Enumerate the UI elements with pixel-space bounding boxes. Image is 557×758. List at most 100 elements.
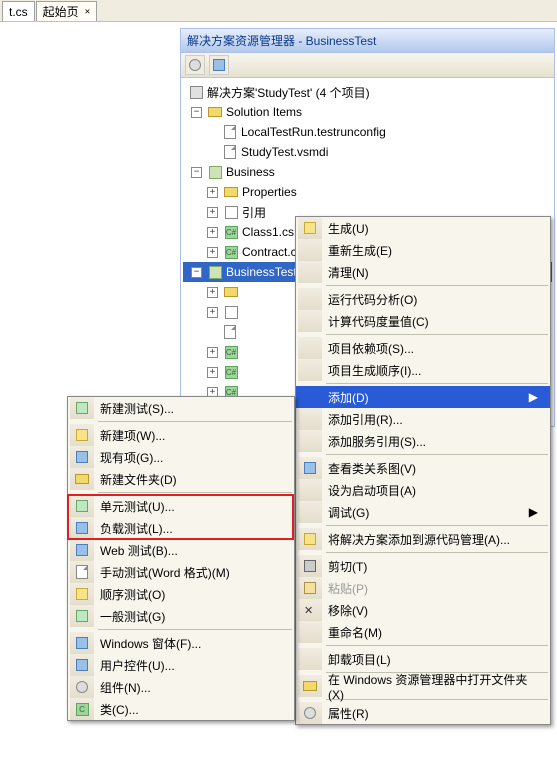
expand-icon[interactable]: + — [207, 247, 218, 258]
menu-calc-metrics[interactable]: 计算代码度量值(C) — [296, 310, 550, 332]
menu-label: 一般测试(G) — [100, 608, 165, 625]
menu-add-reference[interactable]: 添加引用(R)... — [296, 408, 550, 430]
editor-tabs: t.cs 起始页✕ — [0, 0, 557, 22]
menu-remove[interactable]: ✕移除(V) — [296, 599, 550, 621]
menu-add[interactable]: 添加(D)▶ — [296, 386, 550, 408]
submenu-load-test[interactable]: 负载测试(L)... — [68, 517, 294, 539]
menu-label: 组件(N)... — [100, 679, 151, 696]
expand-icon[interactable]: + — [207, 187, 218, 198]
references-icon — [223, 204, 239, 220]
submenu-manual-test[interactable]: 手动测试(Word 格式)(M) — [68, 561, 294, 583]
class-icon: C — [70, 698, 94, 720]
solution-icon — [188, 84, 204, 100]
menu-label: 设为启动项目(A) — [328, 482, 416, 499]
expand-icon[interactable]: + — [207, 367, 218, 378]
cs-file-icon: C# — [223, 344, 239, 360]
tree-solution-root[interactable]: 解决方案'StudyTest' (4 个项目) — [183, 82, 552, 102]
submenu-windows-form[interactable]: Windows 窗体(F)... — [68, 632, 294, 654]
collapse-icon[interactable]: − — [191, 267, 202, 278]
expand-icon[interactable]: + — [207, 287, 218, 298]
collapse-icon[interactable]: − — [191, 167, 202, 178]
menu-add-service-ref[interactable]: 添加服务引用(S)... — [296, 430, 550, 452]
menu-separator — [98, 492, 292, 493]
tree-label: 解决方案'StudyTest' (4 个项目) — [207, 84, 370, 101]
menu-open-explorer[interactable]: 在 Windows 资源管理器中打开文件夹(X) — [296, 675, 550, 697]
panel-toolbar — [181, 53, 554, 78]
diagram-icon — [298, 457, 322, 479]
menu-separator — [98, 421, 292, 422]
submenu-class[interactable]: C 类(C)... — [68, 698, 294, 720]
existing-item-icon — [70, 446, 94, 468]
submenu-component[interactable]: 组件(N)... — [68, 676, 294, 698]
tree-label: BusinessTest — [226, 265, 297, 279]
menu-unload[interactable]: 卸载项目(L) — [296, 648, 550, 670]
menu-label: 计算代码度量值(C) — [328, 313, 429, 330]
clipboard-icon — [298, 577, 322, 599]
tree-properties[interactable]: +Properties — [183, 182, 552, 202]
toolbar-properties-button[interactable] — [185, 55, 205, 75]
expand-icon[interactable]: + — [207, 347, 218, 358]
submenu-generic-test[interactable]: 一般测试(G) — [68, 605, 294, 627]
file-icon — [222, 144, 238, 160]
submenu-arrow-icon: ▶ — [529, 505, 538, 519]
tab-start-page[interactable]: 起始页✕ — [36, 1, 97, 21]
menu-separator — [326, 525, 548, 526]
tree-localtest[interactable]: LocalTestRun.testrunconfig — [183, 122, 552, 142]
menu-debug[interactable]: 调试(G) ▶ — [296, 501, 550, 523]
menu-build-order[interactable]: 项目生成顺序(I)... — [296, 359, 550, 381]
menu-build[interactable]: 生成(U) — [296, 217, 550, 239]
menu-project-deps[interactable]: 项目依赖项(S)... — [296, 337, 550, 359]
menu-code-analysis[interactable]: 运行代码分析(O) — [296, 288, 550, 310]
menu-label: 负载测试(L)... — [100, 520, 173, 537]
generic-test-icon — [70, 605, 94, 627]
menu-clean[interactable]: 清理(N) — [296, 261, 550, 283]
menu-label: 添加引用(R)... — [328, 411, 403, 428]
toolbar-refresh-button[interactable] — [209, 55, 229, 75]
menu-label: 现有项(G)... — [100, 449, 163, 466]
manual-test-icon — [70, 561, 94, 583]
add-submenu: 新建测试(S)... 新建项(W)... 现有项(G)... 新建文件夹(D) … — [67, 396, 295, 721]
menu-label: 类(C)... — [100, 701, 139, 718]
tab-file-cs[interactable]: t.cs — [2, 1, 35, 21]
expand-icon[interactable]: + — [207, 207, 218, 218]
file-icon — [222, 124, 238, 140]
submenu-new-folder[interactable]: 新建文件夹(D) — [68, 468, 294, 490]
folder-icon — [223, 284, 239, 300]
submenu-user-control[interactable]: 用户控件(U)... — [68, 654, 294, 676]
menu-paste: 粘贴(P) — [296, 577, 550, 599]
component-icon — [70, 676, 94, 698]
menu-add-scc[interactable]: 将解决方案添加到源代码管理(A)... — [296, 528, 550, 550]
menu-label: Windows 窗体(F)... — [100, 635, 201, 652]
menu-set-startup[interactable]: 设为启动项目(A) — [296, 479, 550, 501]
tab-label: t.cs — [9, 5, 28, 19]
submenu-web-test[interactable]: Web 测试(B)... — [68, 539, 294, 561]
menu-label: 将解决方案添加到源代码管理(A)... — [328, 531, 510, 548]
tree-business-project[interactable]: −Business — [183, 162, 552, 182]
menu-label: 新建文件夹(D) — [100, 471, 177, 488]
submenu-new-item[interactable]: 新建项(W)... — [68, 424, 294, 446]
menu-label: 调试(G) — [328, 504, 369, 521]
menu-cut[interactable]: 剪切(T) — [296, 555, 550, 577]
submenu-unit-test[interactable]: 单元测试(U)... — [68, 495, 294, 517]
expand-icon[interactable]: + — [207, 307, 218, 318]
menu-rebuild[interactable]: 重新生成(E) — [296, 239, 550, 261]
collapse-icon[interactable]: − — [191, 107, 202, 118]
submenu-ordered-test[interactable]: 顺序测试(O) — [68, 583, 294, 605]
menu-label: 属性(R) — [328, 705, 369, 722]
form-icon — [70, 632, 94, 654]
cs-file-icon: C# — [223, 244, 239, 260]
project-icon — [207, 164, 223, 180]
submenu-arrow-icon: ▶ — [529, 390, 538, 404]
submenu-existing-item[interactable]: 现有项(G)... — [68, 446, 294, 468]
menu-rename[interactable]: 重命名(M) — [296, 621, 550, 643]
submenu-new-test[interactable]: 新建测试(S)... — [68, 397, 294, 419]
close-icon[interactable]: ✕ — [85, 7, 90, 17]
menu-label: 清理(N) — [328, 264, 369, 281]
tree-studytest[interactable]: StudyTest.vsmdi — [183, 142, 552, 162]
menu-properties[interactable]: 属性(R) — [296, 702, 550, 724]
folder-icon — [207, 104, 223, 120]
menu-class-diagram[interactable]: 查看类关系图(V) — [296, 457, 550, 479]
file-icon — [222, 324, 238, 340]
tree-solution-items[interactable]: −Solution Items — [183, 102, 552, 122]
expand-icon[interactable]: + — [207, 227, 218, 238]
